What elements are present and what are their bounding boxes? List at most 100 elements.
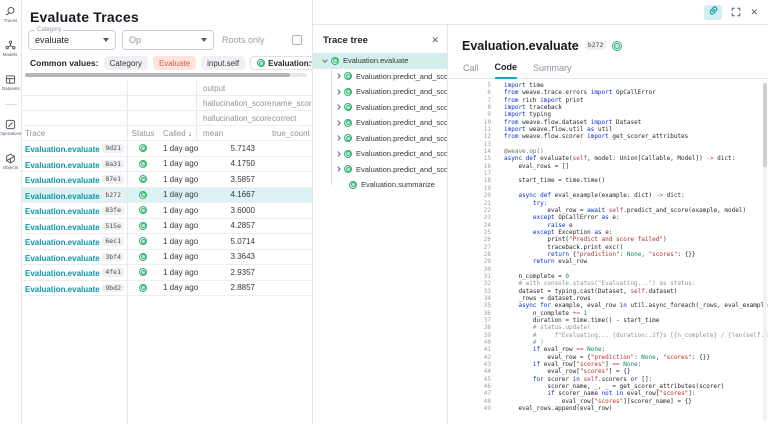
tree-node[interactable]: Evaluation.predict_and_score	[313, 69, 447, 85]
chip-label: Evaluation:v0	[268, 59, 312, 68]
sidebar-item-operations[interactable]: Operations	[0, 119, 21, 137]
sidebar-item-datasets[interactable]: Datasets	[0, 74, 21, 92]
sidebar-item-models[interactable]: Models	[0, 40, 21, 58]
mean-cell: 2.9357	[203, 268, 255, 277]
code-line: 19	[448, 185, 768, 192]
line-number: 49	[448, 405, 504, 412]
chevron-right-icon	[335, 120, 341, 126]
scrollbar-thumb[interactable]	[25, 73, 290, 77]
tree-node-label: Evaluation.predict_and_score	[356, 118, 447, 127]
code-text: eval_row = await self.predict_and_score(…	[504, 207, 746, 214]
code-line: 17	[448, 170, 768, 177]
roots-only-checkbox[interactable]	[292, 35, 302, 45]
op-success-icon	[344, 150, 352, 158]
trace-link[interactable]: Evaluation.evaluate	[25, 161, 100, 170]
trace-tree-close-icon[interactable]: ✕	[431, 35, 439, 46]
trace-link[interactable]: Evaluation.evaluate	[25, 285, 100, 294]
trace-link[interactable]: Evaluation.evaluate	[25, 176, 100, 185]
tree-node[interactable]: Evaluation.predict_and_score	[313, 115, 447, 131]
scrollbar-thumb[interactable]	[763, 83, 767, 167]
trace-id-cell: 83fe	[104, 206, 127, 215]
trace-link[interactable]: Evaluation.evaluate	[25, 238, 100, 247]
mean-cell: 4.2857	[203, 221, 255, 230]
trace-link[interactable]: Evaluation.evaluate	[25, 269, 100, 278]
common-value-chip[interactable]: input.self	[201, 56, 245, 70]
tree-node[interactable]: Evaluation.predict_and_score	[313, 100, 447, 116]
line-number: 14	[448, 148, 504, 155]
table-group-header: hallucination_score name_score	[22, 96, 312, 111]
call-title: Evaluation.evaluate	[462, 39, 579, 53]
line-number: 15	[448, 155, 504, 162]
trace-tree-title: Trace tree	[323, 35, 368, 46]
vertical-scrollbar[interactable]	[763, 83, 767, 421]
trace-link[interactable]: Evaluation.evaluate	[25, 223, 100, 232]
datasets-icon	[5, 74, 16, 85]
tree-node[interactable]: Evaluation.predict_and_score	[313, 162, 447, 178]
tree-node-root[interactable]: Evaluation.evaluate	[313, 53, 447, 69]
trace-tree-toggle-button[interactable]	[704, 5, 722, 20]
status-cell	[127, 268, 159, 276]
line-number: 5	[448, 82, 504, 89]
trace-id-cell: 515e	[104, 222, 127, 231]
trace-link[interactable]: Evaluation.evaluate	[25, 207, 100, 216]
called-cell: 1 day ago	[159, 159, 203, 168]
called-cell: 1 day ago	[159, 252, 203, 261]
horizontal-scrollbar[interactable]	[25, 73, 307, 77]
tree-indent-guide	[331, 68, 332, 185]
trace-link[interactable]: Evaluation.evaluate	[25, 192, 100, 201]
sidebar-item-objects[interactable]: Objects	[0, 153, 21, 171]
common-value-chip[interactable]: Category	[104, 56, 148, 70]
link-icon	[708, 3, 719, 21]
close-icon[interactable]: ✕	[750, 8, 758, 17]
tab-code[interactable]: Code	[495, 62, 518, 79]
code-line: 10from weave.flow.dataset import Dataset	[448, 119, 768, 126]
group-header-scorer: hallucination_score	[203, 99, 272, 108]
tree-node[interactable]: Evaluation.predict_and_score	[313, 131, 447, 147]
code-text: return {"prediction": None, "scores": {}…	[504, 251, 696, 258]
category-select[interactable]: Category evaluate	[28, 30, 116, 50]
trace-link[interactable]: Evaluation.evaluate	[25, 145, 100, 154]
trace-id-badge: 6ec1	[102, 237, 124, 246]
tab-summary[interactable]: Summary	[533, 63, 572, 78]
chevron-right-icon	[335, 151, 341, 157]
status-cell	[127, 175, 159, 183]
column-header-trace[interactable]: Trace	[22, 129, 104, 138]
detail-tabs: Call Code Summary	[448, 55, 768, 79]
common-values-chips: CategoryEvaluateinput.selfEvaluation:v0i…	[104, 56, 313, 70]
code-line: 24 raise e	[448, 222, 768, 229]
line-number: 20	[448, 192, 504, 199]
code-text: from weave.flow.dataset import Dataset	[504, 119, 641, 126]
line-number: 27	[448, 244, 504, 251]
tree-node[interactable]: Evaluation.summarize	[313, 177, 447, 193]
called-cell: 1 day ago	[159, 283, 203, 292]
code-text: eval_rows.append(eval_row)	[504, 405, 612, 412]
sidebar-item-traces[interactable]: Traces	[0, 6, 21, 24]
tree-node[interactable]: Evaluation.predict_and_score	[313, 146, 447, 162]
call-id-badge[interactable]: b272	[585, 41, 607, 50]
group-header-metric: correct	[272, 114, 296, 123]
table-row[interactable]: Evaluation.evaluate9bd21 day ago2.8857	[22, 281, 312, 297]
tree-node-label: Evaluation.predict_and_score	[356, 72, 447, 81]
column-header-mean[interactable]: mean	[203, 129, 255, 138]
column-header-true-count[interactable]: true_count	[255, 129, 312, 138]
mean-cell: 2.8857	[203, 283, 255, 292]
code-line: 33 dataset = typing.cast(Dataset, self.d…	[448, 288, 768, 295]
chevron-right-icon	[335, 135, 341, 141]
trace-link[interactable]: Evaluation.evaluate	[25, 254, 100, 263]
status-cell	[127, 206, 159, 214]
tab-call[interactable]: Call	[463, 63, 479, 78]
line-number: 38	[448, 324, 504, 331]
op-select[interactable]: Op	[122, 30, 214, 50]
fullscreen-icon[interactable]	[731, 7, 741, 17]
tree-node[interactable]: Evaluation.predict_and_score	[313, 84, 447, 100]
common-value-chip[interactable]: Evaluation:v0	[250, 56, 312, 70]
tree-node-label: Evaluation.predict_and_score	[356, 87, 447, 96]
column-header-status[interactable]: Status	[127, 129, 159, 138]
status-cell	[127, 191, 159, 199]
chevron-right-icon	[335, 104, 341, 110]
code-line: 23 except OpCallError as e:	[448, 214, 768, 221]
common-value-chip[interactable]: Evaluate	[153, 56, 196, 70]
chevron-right-icon	[335, 166, 341, 172]
status-success-icon	[139, 237, 147, 245]
tree-node-label: Evaluation.evaluate	[343, 56, 408, 65]
